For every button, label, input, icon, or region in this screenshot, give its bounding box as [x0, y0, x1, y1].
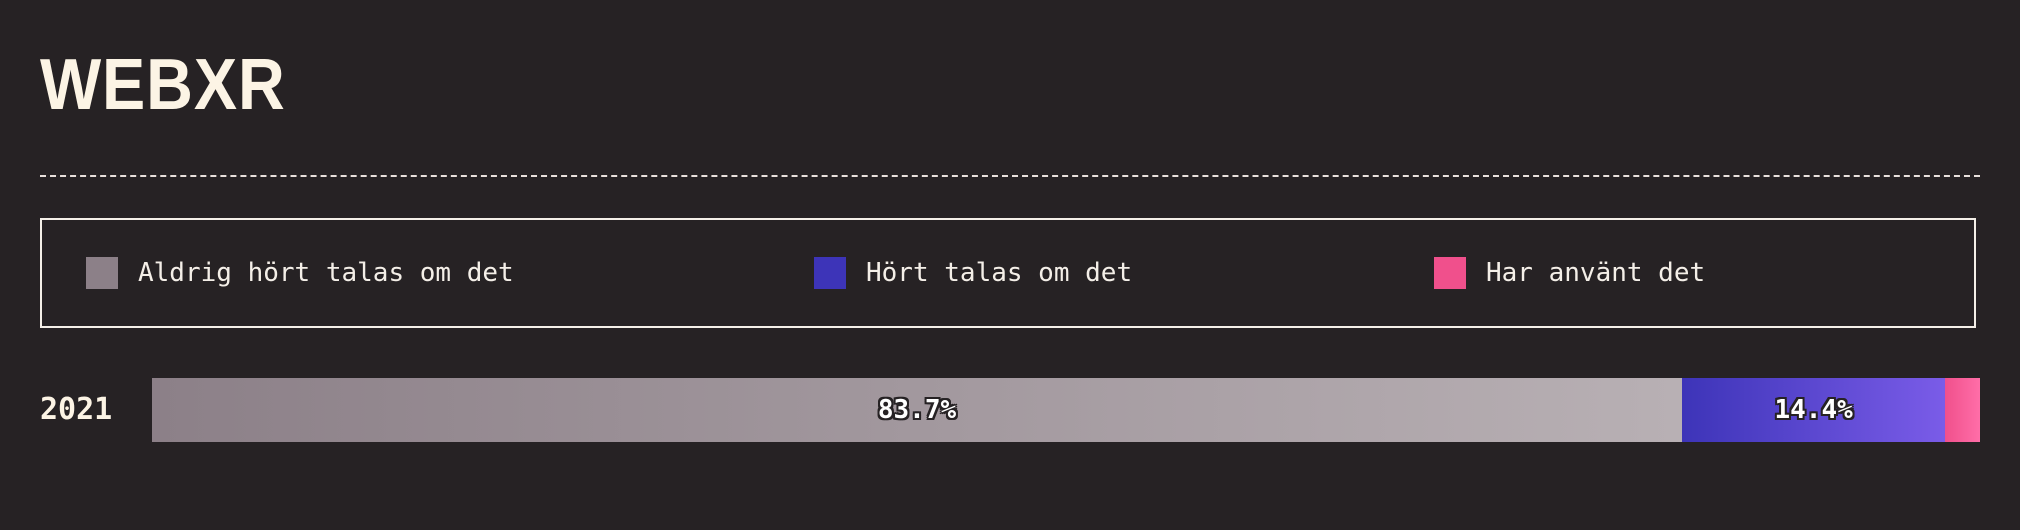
- chart-title: WEBXR: [40, 45, 286, 125]
- legend: Aldrig hört talas om det Hört talas om d…: [40, 218, 1976, 328]
- legend-swatch-heard-of: [814, 257, 846, 289]
- dashed-divider: [40, 175, 1980, 177]
- legend-item-used-it: Har använt det: [1434, 220, 1705, 326]
- legend-item-never-heard: Aldrig hört talas om det: [86, 220, 514, 326]
- bar-segment-heard-of: 14.4%: [1682, 378, 1946, 442]
- legend-swatch-used-it: [1434, 257, 1466, 289]
- legend-label-never-heard: Aldrig hört talas om det: [138, 258, 514, 288]
- legend-label-used-it: Har använt det: [1486, 258, 1706, 288]
- legend-label-heard-of: Hört talas om det: [866, 258, 1133, 288]
- bar-value-label-never-heard: 83.7%: [877, 395, 957, 425]
- bar-segment-used-it: [1945, 378, 1980, 442]
- bar-category-label: 2021: [40, 392, 113, 427]
- bar-value-label-heard-of: 14.4%: [1774, 395, 1853, 425]
- stacked-bar-2021: 83.7% 14.4%: [152, 378, 1980, 442]
- legend-item-heard-of: Hört talas om det: [814, 220, 1132, 326]
- bar-segment-never-heard: 83.7%: [152, 378, 1683, 442]
- legend-swatch-never-heard: [86, 257, 118, 289]
